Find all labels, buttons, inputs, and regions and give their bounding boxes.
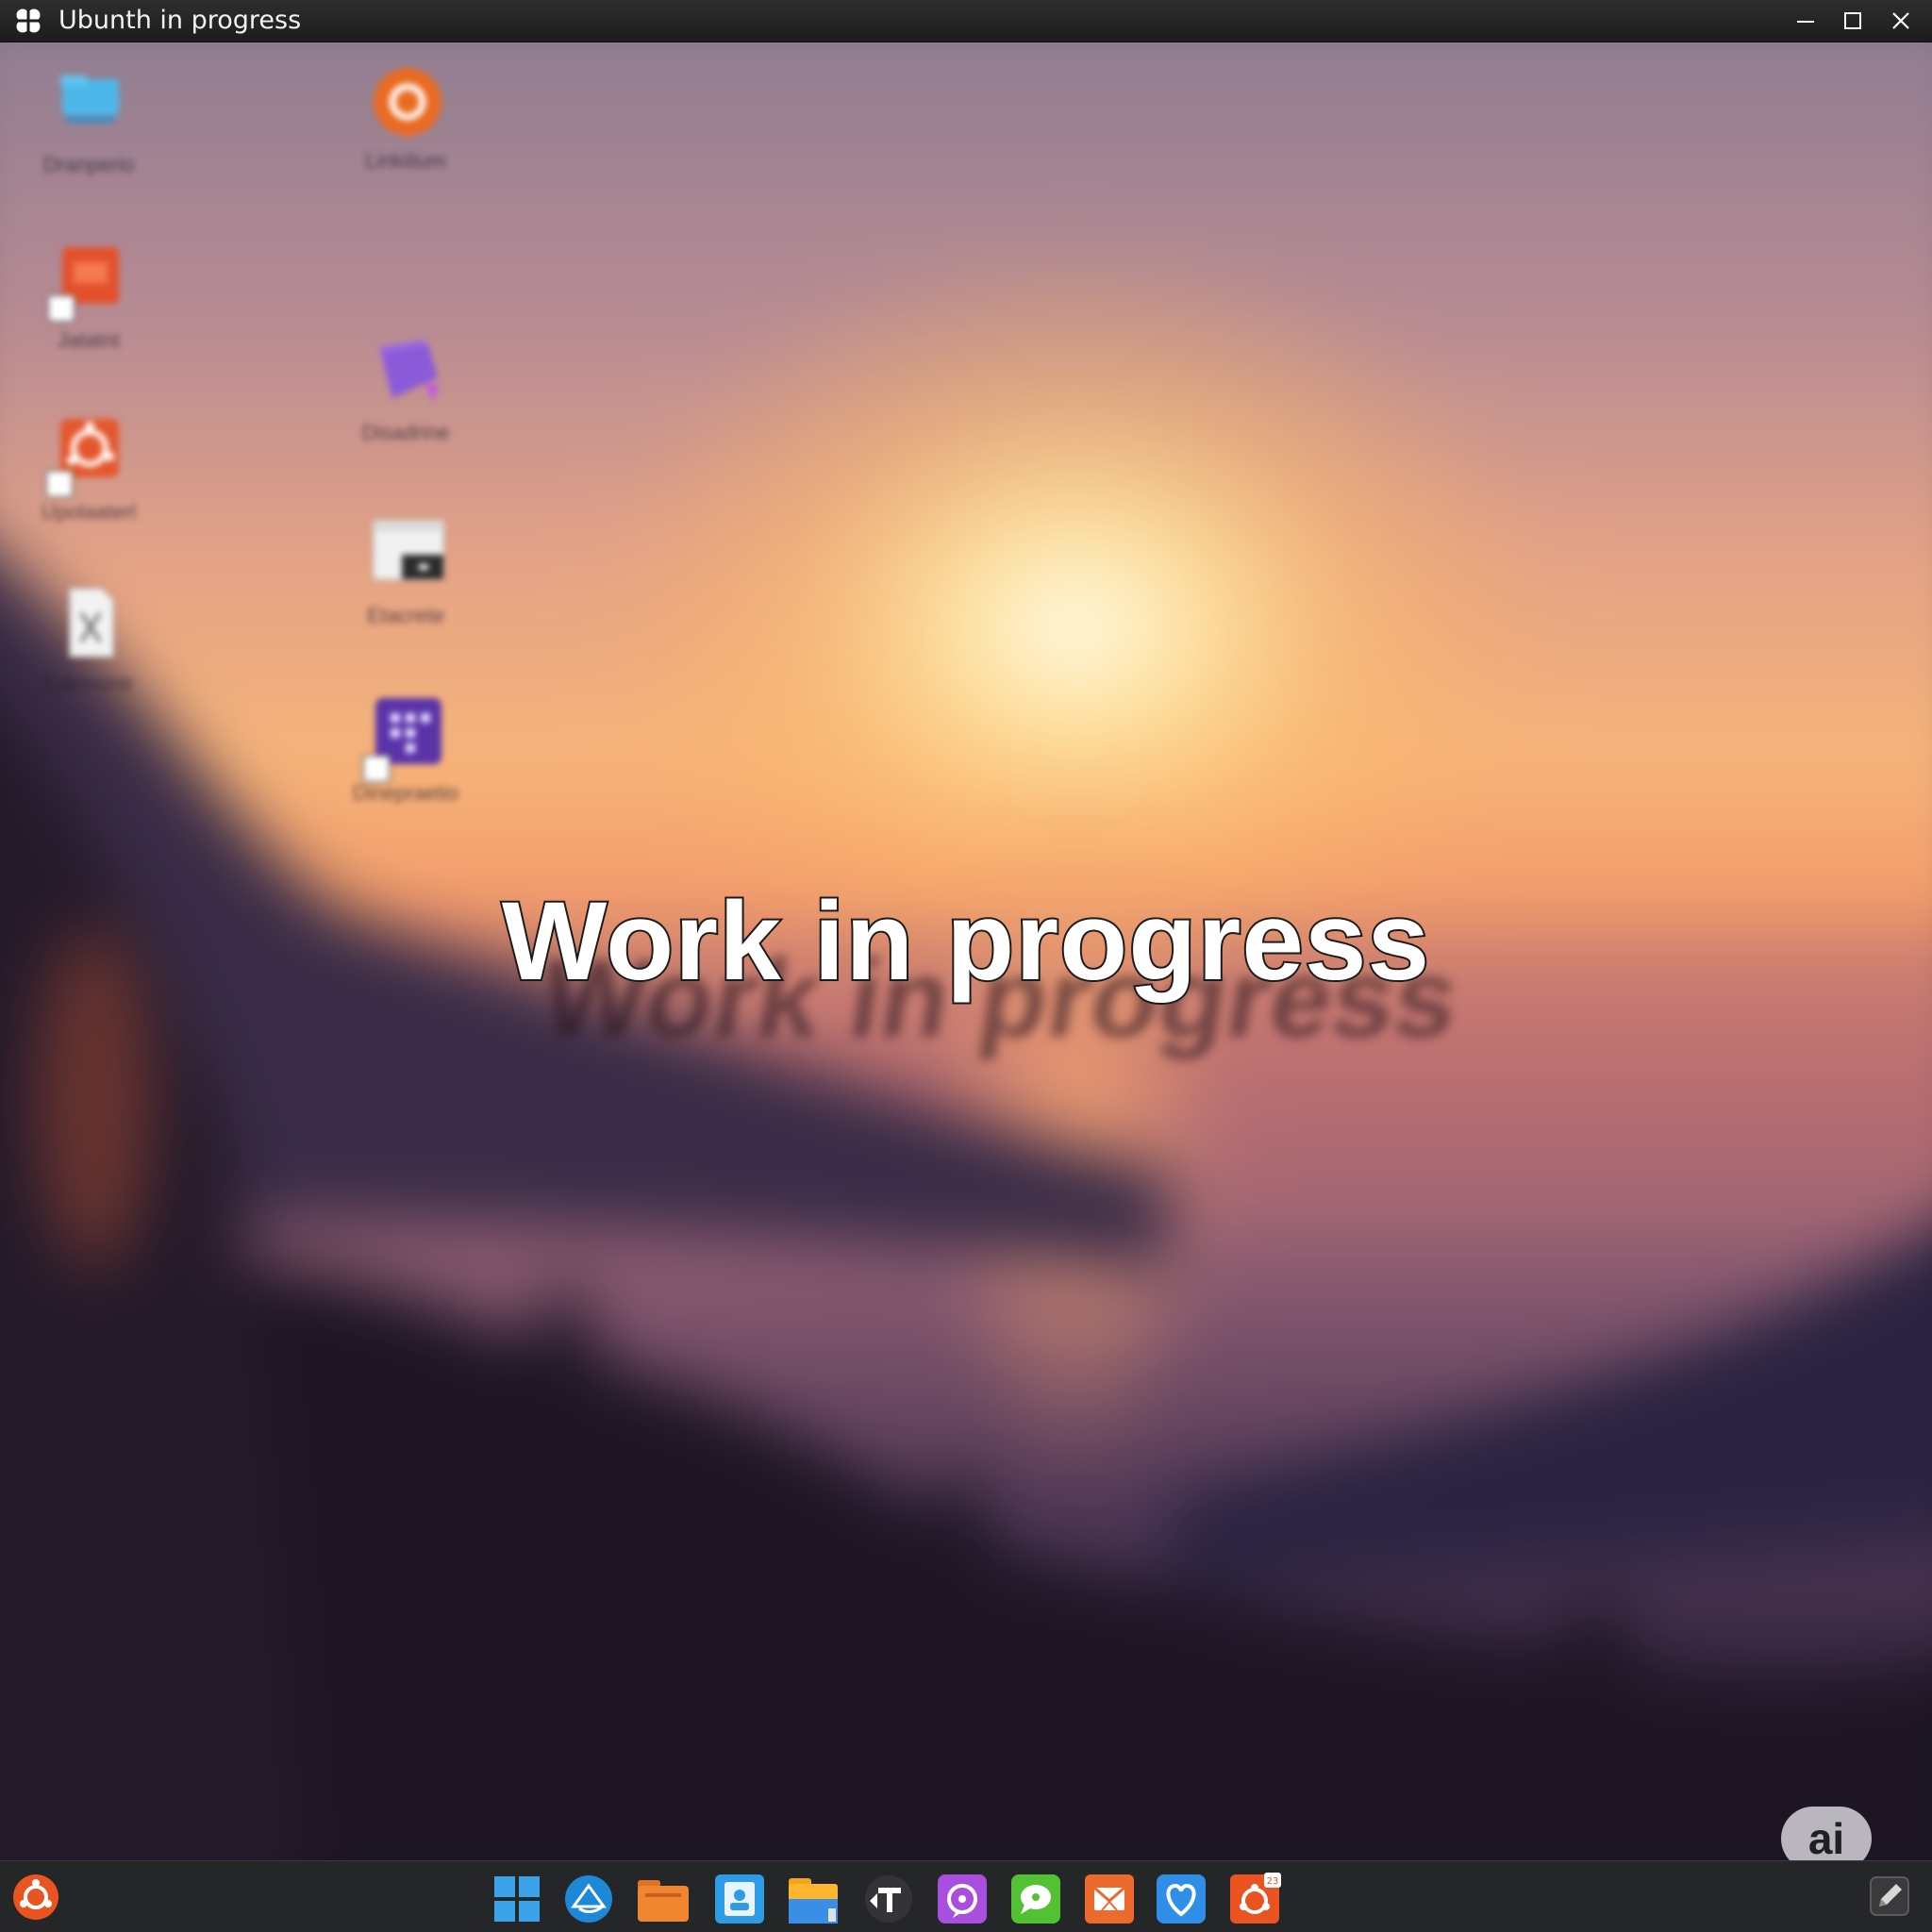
orange-folder-icon xyxy=(638,1880,689,1922)
desktop-icon-etacrete[interactable]: Etacrete xyxy=(340,517,472,649)
orange-mail-icon xyxy=(1085,1874,1134,1924)
ubuntu-software-icon: 23 xyxy=(1230,1873,1281,1924)
window-title: Ubunth in progress xyxy=(58,6,302,35)
heart-icon xyxy=(1157,1874,1206,1924)
desktop-icon-label: Upolaaterl xyxy=(41,500,137,524)
desktop-icon-label: Etacrete xyxy=(367,604,444,627)
taskbar-app-messages[interactable] xyxy=(1009,1873,1062,1925)
taskbar-app-favorites[interactable] xyxy=(1155,1873,1208,1925)
desktop-icon-label: Linkilium xyxy=(365,149,446,173)
terminal-window-icon xyxy=(373,520,444,580)
taskbar-app-windows[interactable] xyxy=(491,1873,543,1925)
taskbar-app-purple-chat[interactable] xyxy=(936,1873,989,1925)
desktop-icon-dranperio[interactable]: Dranperio xyxy=(23,66,155,198)
purple-chat-icon xyxy=(938,1874,987,1924)
desktop-window: Ubunth in progress Dranperio Jatatnt Upo… xyxy=(0,0,1932,1932)
taskbar-app-contacts[interactable] xyxy=(713,1873,766,1925)
taskbar-app-typography[interactable] xyxy=(862,1873,915,1925)
taskbar-app-folder[interactable] xyxy=(636,1873,689,1925)
taskbar-app-mail[interactable] xyxy=(1083,1873,1136,1925)
shortcut-badge-icon xyxy=(362,755,391,783)
browser-icon xyxy=(565,1875,612,1923)
minimize-button[interactable] xyxy=(1787,4,1824,38)
green-message-icon xyxy=(1011,1874,1060,1924)
desktop-icon-linkilium[interactable]: Linkilium xyxy=(340,62,472,194)
taskbar-app-ubuntu-software[interactable]: 23 xyxy=(1228,1873,1281,1925)
taskbar-app-browser[interactable] xyxy=(562,1873,615,1925)
pencil-icon xyxy=(1870,1876,1909,1916)
typography-icon xyxy=(865,1875,912,1923)
desktop-icon-upolaaterl[interactable]: Upolaaterl xyxy=(23,413,155,545)
document-icon xyxy=(69,588,114,658)
file-manager-icon xyxy=(789,1878,838,1924)
windows-grid-icon xyxy=(494,1876,540,1922)
desktop-icon-jatatnt[interactable]: Jatatnt xyxy=(23,242,155,374)
close-button[interactable] xyxy=(1882,4,1920,38)
desktop-icon-dinepraetio[interactable]: Dinepraetio xyxy=(340,694,472,845)
desktop-icon-label: Dranperio xyxy=(42,153,135,176)
app-logo-icon xyxy=(15,8,42,34)
work-in-progress-heading: Work in progress xyxy=(500,877,1431,1006)
maximize-button[interactable] xyxy=(1834,4,1872,38)
shortcut-badge-icon xyxy=(47,294,75,323)
purple-folder-icon xyxy=(379,340,440,402)
ubuntu-logo-icon xyxy=(13,1874,58,1920)
notification-count: 23 xyxy=(1267,1876,1279,1887)
desktop-icon-label: Edemontr xyxy=(43,672,134,695)
desktop-icon-label: Disadrine xyxy=(361,421,450,444)
desktop-icon-label: Jatatnt xyxy=(57,328,121,352)
contacts-icon xyxy=(715,1874,764,1924)
desktop-icon-edemontr[interactable]: Edemontr xyxy=(23,585,155,717)
desktop-icon-disadrine[interactable]: Disadrine xyxy=(340,334,472,466)
taskbar-app-file-manager[interactable] xyxy=(787,1873,840,1925)
desktop-icon-label: Dinepraetio xyxy=(352,781,459,805)
ubuntu-circle-icon xyxy=(374,68,441,136)
shortcut-badge-icon xyxy=(45,470,74,498)
title-bar[interactable]: Ubunth in progress xyxy=(0,0,1932,42)
taskbar: 23 xyxy=(0,1860,1932,1932)
folder-computer-icon xyxy=(60,75,119,123)
ubuntu-start-button[interactable] xyxy=(11,1873,60,1922)
edit-tray-button[interactable] xyxy=(1870,1876,1909,1916)
